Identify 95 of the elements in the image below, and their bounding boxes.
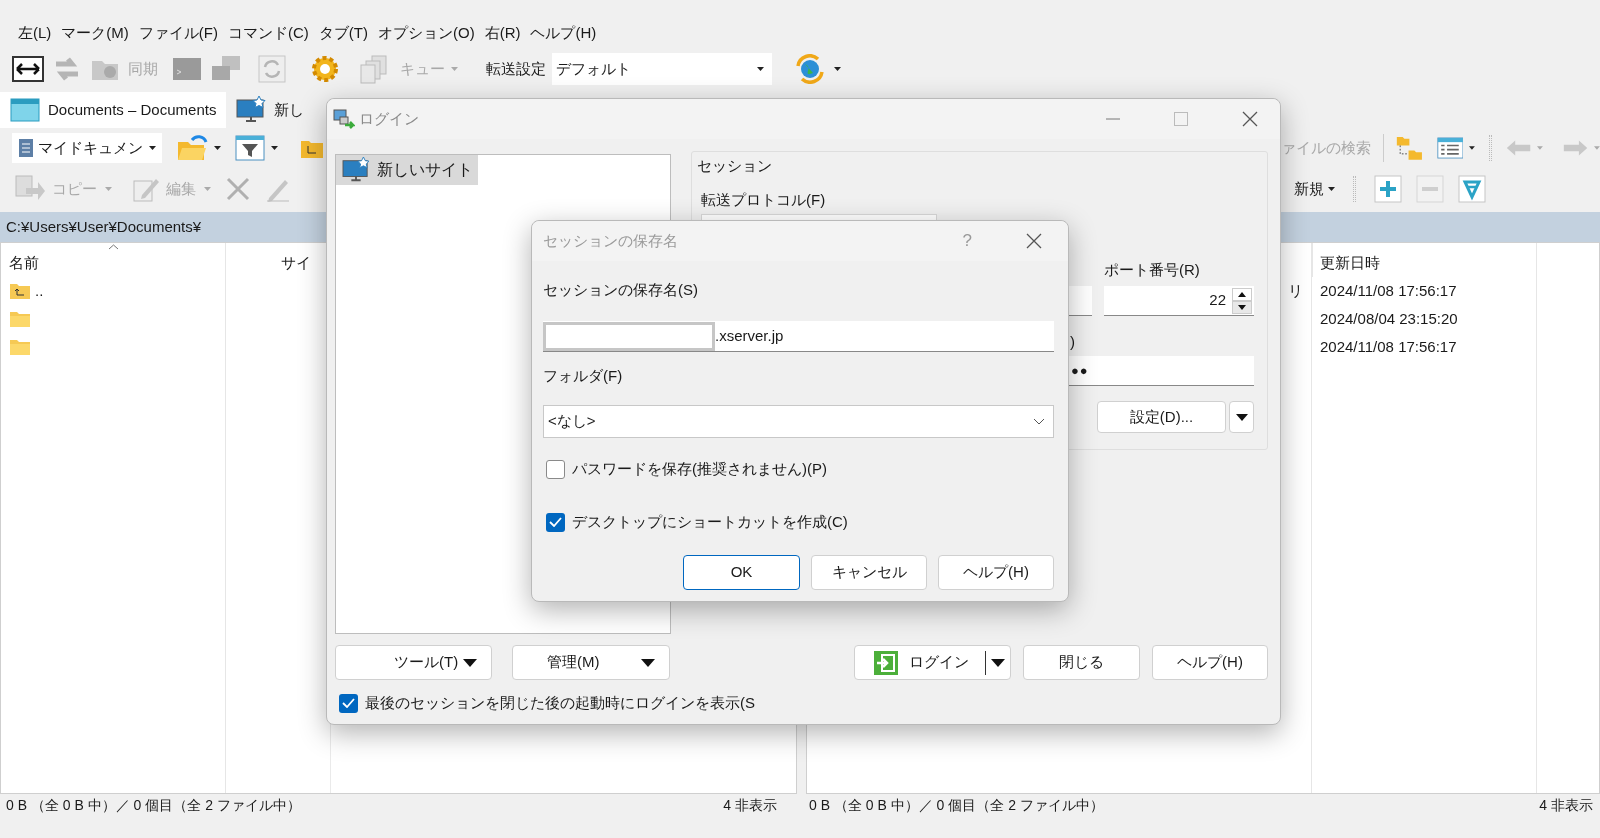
status-text: 0 B （全 0 B 中）／ 0 個目（全 2 ファイル中） xyxy=(6,795,301,815)
close-button[interactable]: 閉じる xyxy=(1023,645,1140,680)
menu-item[interactable]: ヘルプ(H) xyxy=(530,21,597,45)
folder-dropdown[interactable]: <なし> xyxy=(543,405,1054,438)
checkbox-label[interactable]: パスワードを保存(推奨されません)(P) xyxy=(572,457,827,481)
dialog-button[interactable]: OK xyxy=(683,555,800,590)
document-icon xyxy=(18,138,34,158)
terminal-icon[interactable] xyxy=(172,56,202,82)
swap-arrows-icon[interactable] xyxy=(12,56,44,82)
location-dropdown[interactable]: マイドキュメン xyxy=(12,133,162,163)
column-header[interactable]: サイ xyxy=(225,243,330,277)
login-button[interactable]: ログイン xyxy=(854,645,1011,680)
caret-icon xyxy=(149,146,156,150)
checkbox[interactable] xyxy=(546,459,565,479)
new-button[interactable]: 新規 xyxy=(1294,177,1335,201)
open-folder-icon[interactable] xyxy=(176,134,208,162)
monitor-star-icon xyxy=(236,96,267,124)
caret-icon[interactable] xyxy=(834,67,841,71)
back-arrow-icon[interactable] xyxy=(1506,138,1532,158)
field-label: セッションの保存名(S) xyxy=(543,280,699,300)
hidden-count: 4 非表示 xyxy=(1539,795,1593,815)
caret-icon[interactable] xyxy=(1469,146,1476,150)
menu-item[interactable]: コマンド(C) xyxy=(228,21,309,45)
checkbox[interactable] xyxy=(339,693,358,713)
site-item[interactable]: 新しいサイト xyxy=(336,155,478,185)
list-view-icon[interactable] xyxy=(1436,135,1464,161)
session-name-field[interactable]: .xserver.jp xyxy=(543,321,1054,352)
hidden-count: 4 非表示 xyxy=(723,795,777,815)
checkbox[interactable] xyxy=(546,512,565,532)
file-name[interactable]: .. xyxy=(35,279,44,303)
close-icon[interactable] xyxy=(1242,111,1258,127)
tools-button[interactable]: ツール(T) xyxy=(335,645,492,680)
login-icon xyxy=(873,649,899,676)
spinner-icon[interactable] xyxy=(1232,287,1252,314)
close-icon[interactable] xyxy=(1026,233,1042,249)
menu-item[interactable]: タブ(T) xyxy=(318,21,368,45)
checkbox-label[interactable]: 最後のセッションを閉じた後の起動時にログインを表示(S xyxy=(365,691,755,715)
folder-icon xyxy=(9,310,31,328)
window-icon xyxy=(10,98,40,122)
chevron-down-icon xyxy=(1033,418,1045,425)
manage-button[interactable]: 管理(M) xyxy=(512,645,670,680)
forward-arrow-icon[interactable] xyxy=(1563,138,1589,158)
caret-icon xyxy=(641,658,655,667)
dialog-button[interactable]: キャンセル xyxy=(811,555,927,590)
settings-button[interactable]: 設定(D)... xyxy=(1097,401,1226,433)
caret-icon xyxy=(1328,187,1335,191)
transfer-settings-dropdown[interactable]: デフォルト xyxy=(552,53,772,85)
field-label: フォルダ(F) xyxy=(543,366,624,386)
monitor-star-icon xyxy=(341,157,371,183)
transfer-settings-label: 転送設定 xyxy=(486,58,546,79)
group-label: セッション xyxy=(697,156,773,176)
gear-icon[interactable] xyxy=(310,54,340,84)
checkbox-label[interactable]: デスクトップにショートカットを作成(C) xyxy=(572,510,848,534)
caret-icon xyxy=(105,187,112,191)
menu-item[interactable]: ファイル(F) xyxy=(138,21,218,45)
filter-icon[interactable] xyxy=(235,135,265,161)
caret-icon xyxy=(451,67,458,71)
field-label: 転送プロトコル(F) xyxy=(701,190,827,210)
dialog-title: セッションの保存名 xyxy=(543,230,678,251)
delete-icon[interactable] xyxy=(225,176,251,202)
refresh-icon[interactable] xyxy=(258,55,286,83)
field-label: ) xyxy=(1070,332,1076,352)
computer-lock-icon xyxy=(333,108,355,130)
plus-icon[interactable] xyxy=(1374,175,1402,203)
caret-icon[interactable] xyxy=(214,146,221,150)
port-field[interactable]: 22 xyxy=(1104,286,1254,316)
caret-icon xyxy=(757,67,764,71)
sort-caret-icon xyxy=(108,244,119,250)
parent-folder-icon xyxy=(9,282,31,300)
help-button[interactable]: ヘルプ(H) xyxy=(1152,645,1268,680)
field-label: ポート番号(R) xyxy=(1104,260,1201,280)
path-text: C:¥Users¥User¥Documents¥ xyxy=(6,216,202,237)
table-cell-text: リ xyxy=(1288,280,1303,301)
maximize-icon[interactable] xyxy=(1174,112,1188,126)
folder-icon xyxy=(9,338,31,356)
caret-icon xyxy=(1235,413,1248,421)
dialog-title: ログイン xyxy=(359,108,419,129)
select-all-icon[interactable] xyxy=(1458,175,1486,203)
globe-sync-icon[interactable] xyxy=(794,54,826,84)
menu-item[interactable]: 右(R) xyxy=(484,21,521,45)
menu-item[interactable]: オプション(O) xyxy=(378,21,475,45)
caret-icon xyxy=(204,187,211,191)
caret-icon xyxy=(991,658,1005,667)
caret-icon xyxy=(463,658,477,667)
column-header[interactable]: 名前 xyxy=(1,243,225,277)
menu-item[interactable]: 左(L) xyxy=(18,21,52,45)
table-cell-text: 2024/11/08 17:56:17 xyxy=(1319,336,1457,357)
dropdown-button[interactable] xyxy=(1229,401,1254,433)
status-text: 0 B （全 0 B 中）／ 0 個目（全 2 ファイル中） xyxy=(809,795,1104,815)
tab[interactable]: Documents – Documents xyxy=(0,92,227,128)
caret-icon[interactable] xyxy=(271,146,278,150)
table-cell-text: 2024/11/08 17:56:17 xyxy=(1319,280,1457,301)
dialog-button[interactable]: ヘルプ(H) xyxy=(938,555,1054,590)
menu-item[interactable]: マーク(M) xyxy=(61,21,129,45)
table-cell-text: 2024/08/04 23:15:20 xyxy=(1319,308,1458,329)
